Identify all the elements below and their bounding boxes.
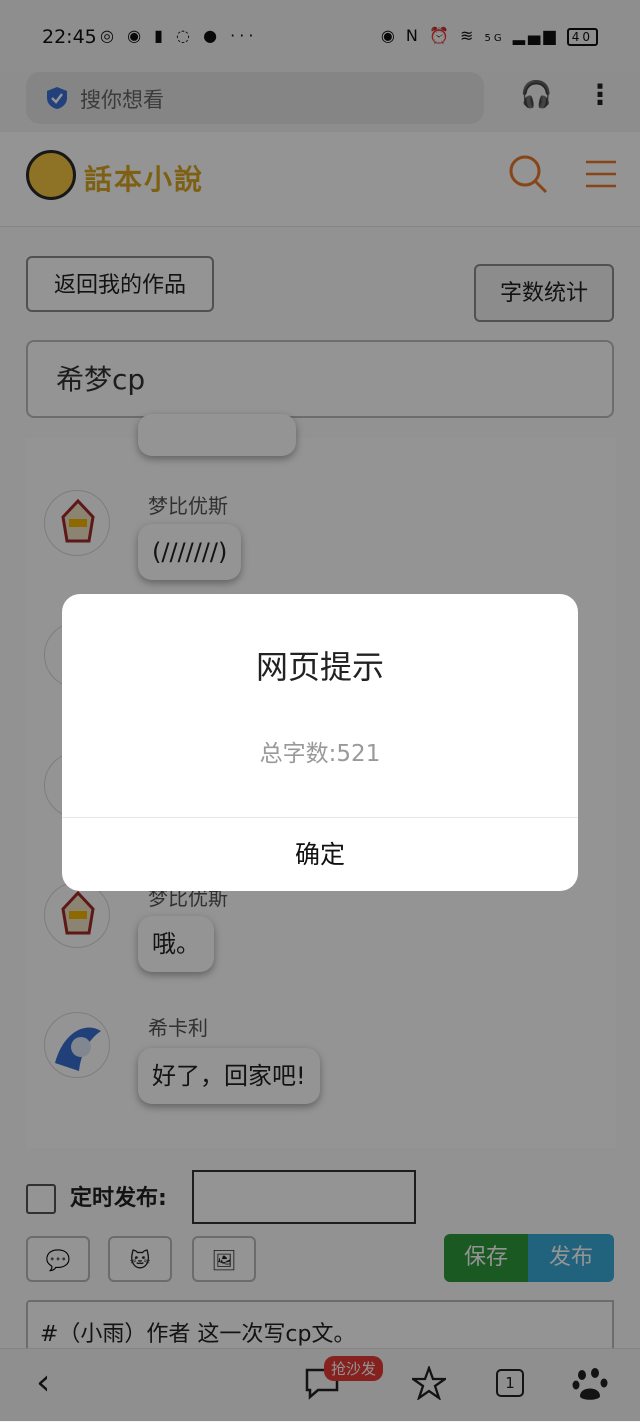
dialog-ok-button[interactable]: 确定 — [62, 818, 578, 891]
dialog-message: 总字数:521 — [259, 741, 381, 767]
dialog-title: 网页提示 — [255, 648, 384, 686]
alert-dialog: 网页提示 总字数:521 确定 — [62, 594, 578, 891]
